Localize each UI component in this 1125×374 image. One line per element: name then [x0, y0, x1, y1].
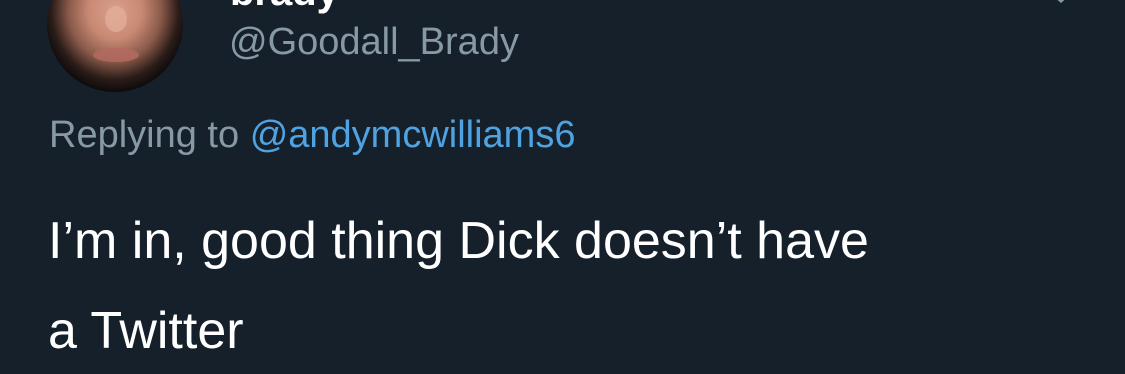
display-name[interactable]: brady [230, 0, 339, 15]
replying-to-mention[interactable]: @andymcwilliams6 [250, 114, 576, 156]
replying-to-line: Replying to @andymcwilliams6 [49, 114, 575, 157]
avatar-face-detail [93, 48, 139, 62]
avatar[interactable] [47, 0, 183, 92]
chevron-down-icon[interactable] [1050, 0, 1072, 8]
user-handle[interactable]: @Goodall_Brady [229, 21, 519, 64]
tweet-text: I’m in, good thing Dick doesn’t have a T… [48, 196, 1088, 374]
replying-to-label: Replying to [49, 114, 240, 156]
avatar-face-detail [105, 6, 127, 32]
tweet: brady @Goodall_Brady Replying to @andymc… [0, 0, 1125, 374]
tweet-text-line: I’m in, good thing Dick doesn’t have [48, 212, 869, 270]
tweet-text-line: a Twitter [48, 302, 244, 360]
